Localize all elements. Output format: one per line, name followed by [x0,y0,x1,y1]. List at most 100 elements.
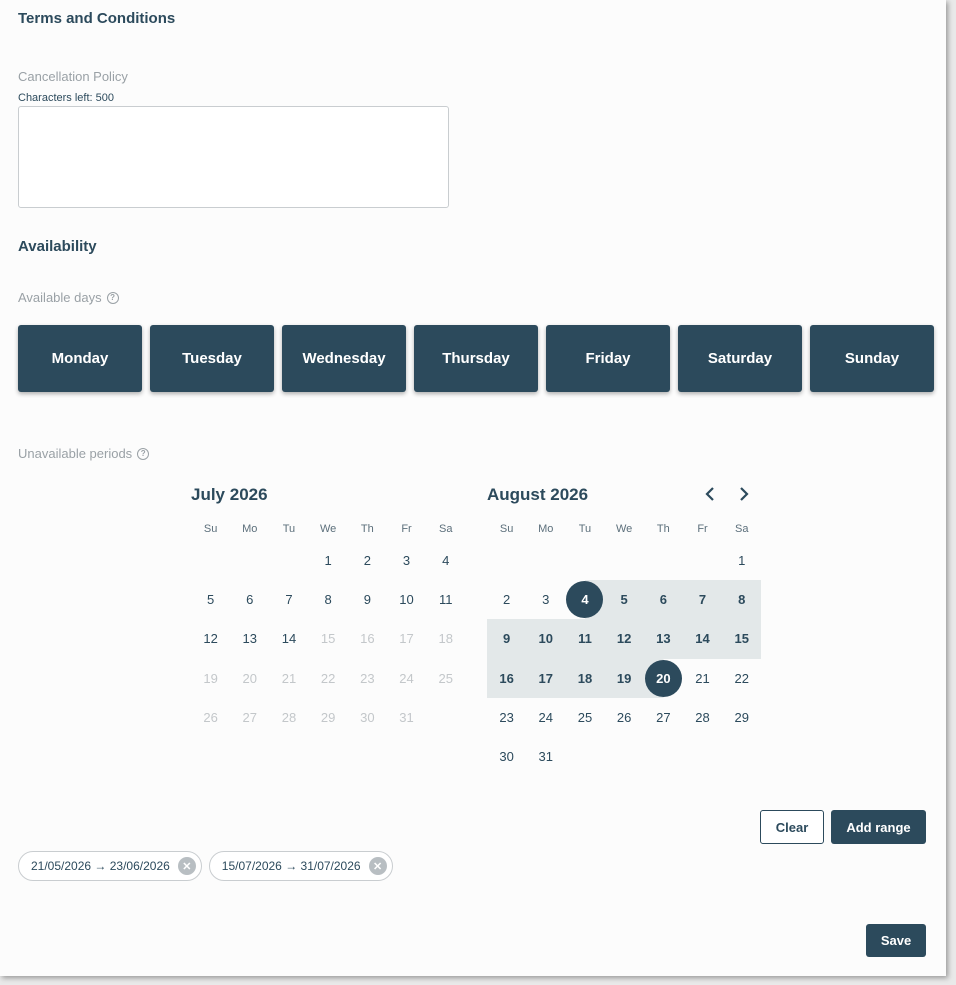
calendar-day-number: 30 [360,709,375,725]
empty-cell [683,541,722,580]
calendar-day[interactable]: 12 [604,619,644,659]
calendar-day[interactable]: 6 [643,580,683,620]
calendar-day-number: 10 [399,592,414,608]
calendar-day[interactable]: 7 [269,580,308,619]
calendar-day[interactable]: 27 [644,698,683,737]
day-button-thursday[interactable]: Thursday [414,325,538,392]
calendar-day-number: 13 [242,631,258,647]
calendar-day[interactable]: 6 [230,580,269,619]
calendar-day-number: 1 [738,553,746,569]
calendar-day[interactable]: 11 [426,580,465,619]
calendar-day-number: 31 [399,709,414,725]
calendar-day[interactable]: 31 [526,737,565,776]
calendar-day[interactable]: 19 [604,658,644,698]
calendar-day: 22 [309,659,348,698]
calendar-day-number: 28 [695,709,710,725]
calendar-day-number: 15 [320,631,336,647]
calendar-day[interactable]: 7 [682,580,723,620]
calendar-day[interactable]: 11 [565,619,605,659]
calendar-day-number: 7 [285,592,293,608]
save-button[interactable]: Save [866,924,926,957]
calendar-day[interactable]: 1 [309,541,348,580]
calendar-day[interactable]: 9 [348,580,387,619]
empty-cell [565,541,604,580]
calendar-day[interactable]: 14 [682,619,723,659]
calendar-day[interactable]: 24 [526,698,565,737]
characters-left: Characters left: 500 [18,92,114,104]
calendar-day-number: 17 [399,631,414,647]
calendar-day-number: 11 [438,592,453,608]
calendar-day[interactable]: 5 [604,580,644,620]
empty-cell [269,541,308,580]
calendar-day: 17 [387,619,426,658]
calendar-day[interactable]: 9 [487,619,527,659]
calendar-day-number: 12 [203,631,218,647]
weekday-header: Su [203,523,218,535]
calendar-day[interactable]: 10 [387,580,426,619]
weekday-header: Th [656,523,670,535]
calendar-day[interactable]: 28 [683,698,722,737]
cancellation-policy-input[interactable] [18,106,449,208]
calendar-day[interactable]: 3 [526,580,565,619]
weekday-header: We [320,523,337,535]
day-button-friday[interactable]: Friday [546,325,670,392]
help-icon[interactable]: ? [137,447,150,460]
calendar-day-number: 3 [402,553,411,569]
empty-cell [230,541,269,580]
weekday-header: Sa [734,523,749,535]
calendar-day[interactable]: 4 [565,580,605,620]
calendar-day-number: 7 [698,592,707,608]
calendar-day: 18 [426,619,465,658]
calendar-day[interactable]: 22 [722,659,761,698]
calendar-day-number: 18 [438,631,453,647]
period-chip: 21/05/2026 → 23/06/2026 ✕ [18,851,202,881]
prev-month-button[interactable] [700,484,720,504]
calendar-day[interactable]: 3 [387,541,426,580]
calendar-day[interactable]: 2 [487,580,526,619]
remove-chip-icon[interactable]: ✕ [368,857,387,875]
day-button-sunday[interactable]: Sunday [810,325,934,392]
calendar-day-number: 24 [399,670,414,686]
calendar-day[interactable]: 5 [191,580,230,619]
month-title-august: August 2026 [487,485,589,504]
calendar-day[interactable]: 2 [348,541,387,580]
calendar-day[interactable]: 10 [526,619,566,659]
day-button-saturday[interactable]: Saturday [678,325,802,392]
calendar-day-number: 22 [734,670,749,686]
calendar-day[interactable]: 18 [565,658,605,698]
calendar-day-number: 9 [502,631,511,647]
calendar-day[interactable]: 16 [487,658,527,698]
calendar-day[interactable]: 26 [605,698,644,737]
calendar-day[interactable]: 20 [643,658,683,698]
calendar-day[interactable]: 15 [722,619,762,659]
day-button-monday[interactable]: Monday [18,325,142,392]
calendar-day-number: 2 [363,553,371,569]
calendar-day[interactable]: 8 [309,580,348,619]
calendar-day[interactable]: 12 [191,619,230,658]
day-button-tuesday[interactable]: Tuesday [150,325,274,392]
calendar-day[interactable]: 8 [722,580,762,620]
next-month-button[interactable] [734,484,754,504]
calendar-day[interactable]: 30 [487,737,526,776]
remove-chip-icon[interactable]: ✕ [177,857,196,875]
calendar-day: 29 [309,698,348,737]
calendar-day[interactable]: 4 [426,541,465,580]
calendar-day[interactable]: 29 [722,698,761,737]
help-icon[interactable]: ? [106,291,119,304]
calendar-day[interactable]: 13 [643,619,683,659]
calendar-day[interactable]: 1 [722,541,761,580]
day-button-wednesday[interactable]: Wednesday [282,325,406,392]
clear-button[interactable]: Clear [760,810,824,844]
calendar-day[interactable]: 23 [487,698,526,737]
calendar-day-number: 12 [616,631,632,647]
add-range-button[interactable]: Add range [831,810,926,844]
calendar-day[interactable]: 13 [230,619,269,658]
calendar-day[interactable]: 25 [565,698,604,737]
calendar-day-number: 29 [320,709,336,725]
calendar-day-number: 28 [281,709,297,725]
calendar-day-number: 26 [616,709,632,725]
calendar-day-number: 9 [363,592,371,608]
calendar-day[interactable]: 17 [526,658,566,698]
calendar-day[interactable]: 14 [269,619,308,658]
calendar-day[interactable]: 21 [683,659,722,698]
